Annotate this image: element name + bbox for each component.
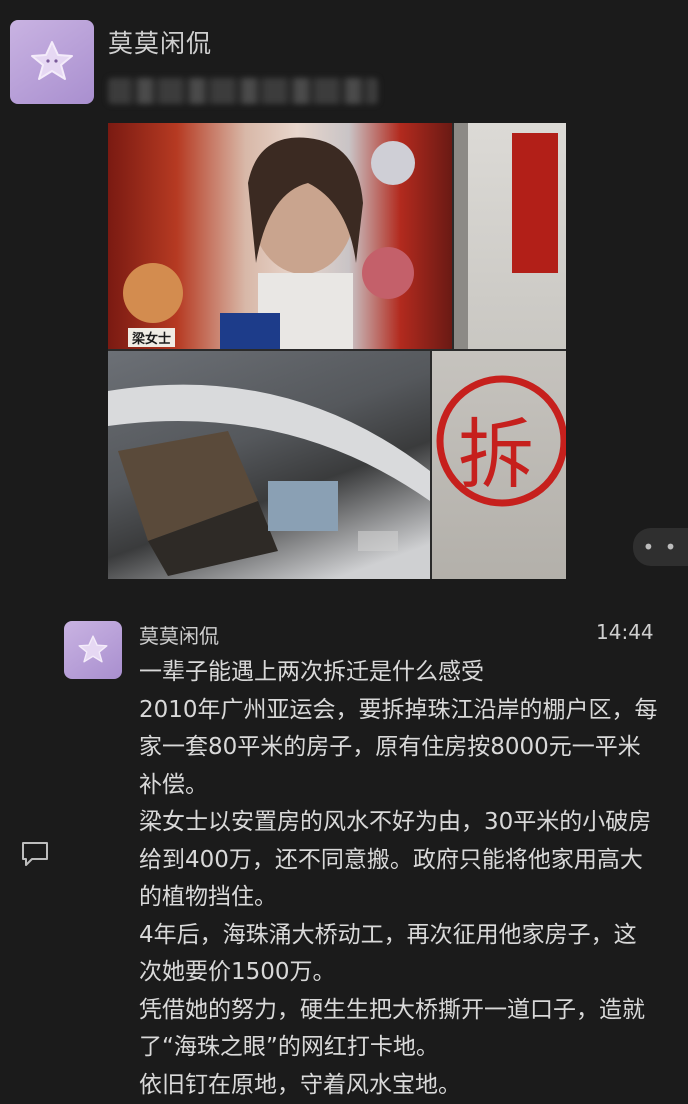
caption-tag: 梁女士 xyxy=(128,328,175,347)
comment-icon[interactable] xyxy=(20,840,50,868)
photo-woman-interview[interactable]: 梁女士 xyxy=(108,123,452,349)
photo-doorway[interactable] xyxy=(454,123,566,349)
more-button[interactable]: • • xyxy=(633,528,688,566)
interview-photo-art xyxy=(108,123,452,349)
avatar-star-icon xyxy=(26,36,78,88)
commenter-avatar[interactable] xyxy=(64,621,122,679)
post-image-collage[interactable]: 梁女士 拆 xyxy=(108,123,566,579)
comment-line: 梁女士以安置房的风水不好为由，30平米的小破房给到400万，还不同意搬。政府只能… xyxy=(139,804,659,917)
comment-line: 2010年广州亚运会，要拆掉珠江沿岸的棚户区，每家一套80平米的房子，原有住房按… xyxy=(139,692,659,805)
comment-line: 依旧钉在原地，守着风水宝地。 xyxy=(139,1067,659,1104)
photo-demolish-sign[interactable]: 拆 xyxy=(432,351,566,579)
comment-timestamp: 14:44 xyxy=(596,620,654,644)
author-avatar[interactable] xyxy=(10,20,94,104)
blurred-post-text xyxy=(108,78,378,104)
photo-bridge-house[interactable] xyxy=(108,351,430,579)
avatar-star-icon xyxy=(75,632,111,668)
comment-body: 一辈子能遇上两次拆迁是什么感受 2010年广州亚运会，要拆掉珠江沿岸的棚户区，每… xyxy=(139,654,659,1104)
demolish-mark-text: 拆 xyxy=(458,393,534,503)
comment-author-name[interactable]: 莫莫闲侃 xyxy=(139,620,219,649)
comment-line: 一辈子能遇上两次拆迁是什么感受 xyxy=(139,654,659,692)
post-author-name[interactable]: 莫莫闲侃 xyxy=(108,24,212,60)
comment-line: 4年后，海珠涌大桥动工，再次征用他家房子，这次她要价1500万。 xyxy=(139,917,659,992)
bridge-house-art xyxy=(108,351,430,579)
comment-line: 凭借她的努力，硬生生把大桥撕开一道口子，造就了“海珠之眼”的网红打卡地。 xyxy=(139,992,659,1067)
doorway-art xyxy=(454,123,566,349)
more-icon: • • xyxy=(643,535,679,559)
